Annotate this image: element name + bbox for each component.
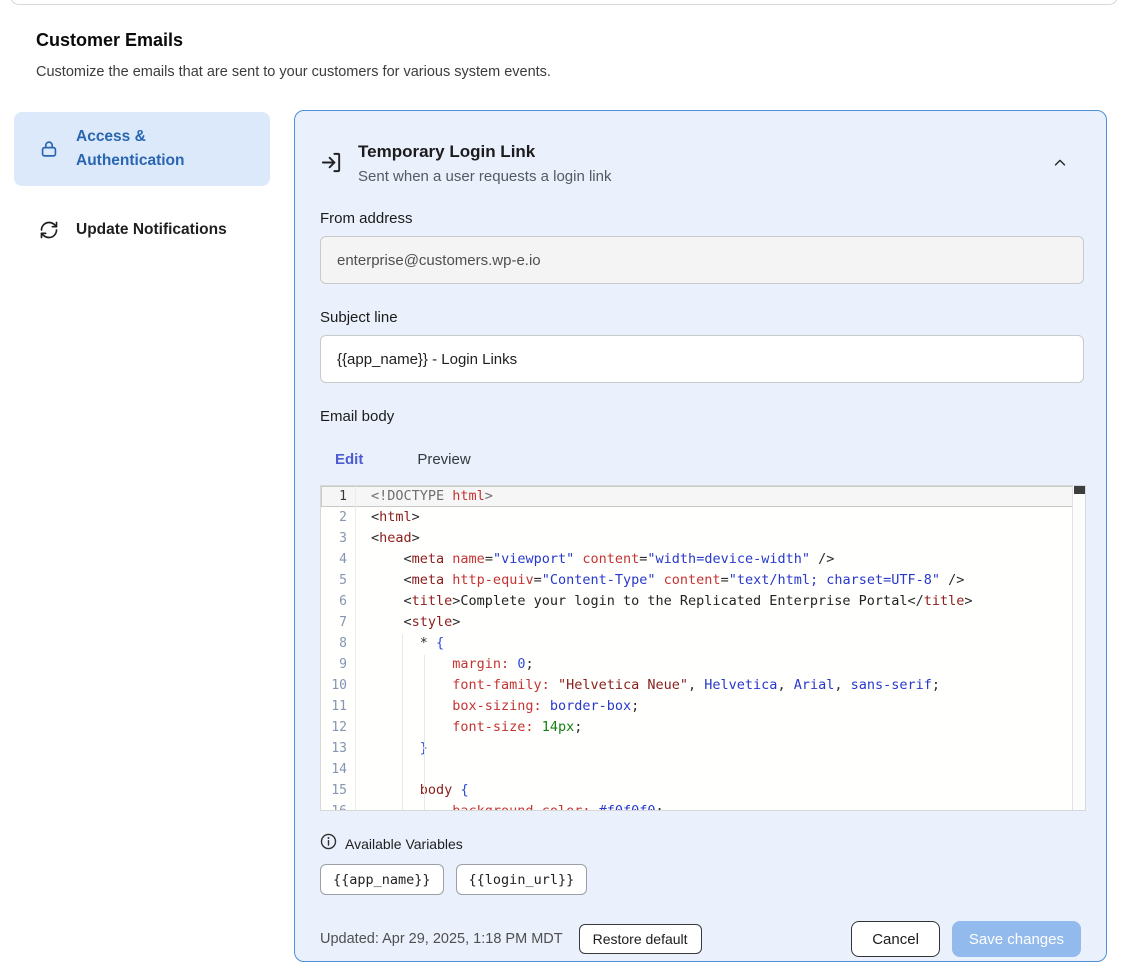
login-icon [320,151,343,179]
code-line: 7 <style> [321,612,1085,633]
tab-preview[interactable]: Preview [402,451,485,485]
sidebar-item-access-authentication[interactable]: Access & Authentication [14,112,270,186]
line-number: 13 [321,738,355,759]
code-line: 4 <meta name="viewport" content="width=d… [321,549,1085,570]
panel-header: Temporary Login Link Sent when a user re… [320,136,1081,185]
code-line: 16 background-color: #f0f0f0; [321,801,1085,811]
line-number: 16 [321,801,355,811]
sidebar: Access & Authentication Update Notificati… [14,112,270,274]
updated-timestamp: Updated: Apr 29, 2025, 1:18 PM MDT [320,931,563,947]
line-number: 6 [321,591,355,612]
email-body-label: Email body [320,408,1081,425]
line-number: 4 [321,549,355,570]
variable-chip[interactable]: {{app_name}} [320,864,444,895]
code-line: 11 box-sizing: border-box; [321,696,1085,717]
available-variables-label: Available Variables [345,836,463,852]
sidebar-item-label: Access & Authentication [76,125,254,173]
editor-scrollbar-thumb[interactable] [1074,486,1085,494]
subject-line-input[interactable] [320,335,1084,383]
indent-guide [424,655,425,810]
gutter-separator [355,486,356,810]
line-number: 2 [321,507,355,528]
from-address-label: From address [320,210,1081,227]
footer-left: Updated: Apr 29, 2025, 1:18 PM MDT Resto… [320,924,702,954]
cancel-button[interactable]: Cancel [851,921,940,957]
code-line: 2<html> [321,507,1085,528]
line-number: 14 [321,759,355,780]
code-line: 5 <meta http-equiv="Content-Type" conten… [321,570,1085,591]
subject-line-label: Subject line [320,309,1081,326]
code-line: 9 margin: 0; [321,654,1085,675]
code-line: 13 } [321,738,1085,759]
line-number: 3 [321,528,355,549]
panel-footer: Updated: Apr 29, 2025, 1:18 PM MDT Resto… [320,921,1081,957]
code-line: 6 <title>Complete your login to the Repl… [321,591,1085,612]
line-number: 11 [321,696,355,717]
code-line: 3<head> [321,528,1085,549]
previous-card-bottom-edge [10,0,1118,5]
line-number: 12 [321,717,355,738]
panel-header-text: Temporary Login Link Sent when a user re… [358,142,611,185]
email-settings-panel: Temporary Login Link Sent when a user re… [294,110,1107,962]
page-title: Customer Emails [36,30,836,51]
email-body-tabs: Edit Preview [320,451,1081,485]
code-line: 10 font-family: "Helvetica Neue", Helvet… [321,675,1085,696]
panel-title: Temporary Login Link [358,142,611,162]
code-line: 14 [321,759,1085,780]
lock-icon [38,138,60,160]
sidebar-item-update-notifications[interactable]: Update Notifications [14,205,270,255]
chevron-up-icon[interactable] [1047,150,1073,181]
restore-default-button[interactable]: Restore default [579,924,702,954]
save-changes-button[interactable]: Save changes [952,921,1081,957]
variable-chips: {{app_name}} {{login_url}} [320,864,1081,895]
line-number: 10 [321,675,355,696]
variable-chip[interactable]: {{login_url}} [456,864,588,895]
code-lines: 1<!DOCTYPE html>2<html>3<head>4 <meta na… [321,486,1085,811]
available-variables-header: Available Variables [320,833,1081,855]
from-address-input[interactable] [320,236,1084,284]
code-line: 12 font-size: 14px; [321,717,1085,738]
refresh-icon [38,220,60,240]
line-number: 15 [321,780,355,801]
panel-subtitle: Sent when a user requests a login link [358,168,611,185]
line-number: 1 [321,486,355,507]
info-icon [320,833,337,855]
page-header: Customer Emails Customize the emails tha… [36,30,836,80]
code-line: 8 * { [321,633,1085,654]
indent-guide [402,634,403,810]
code-line: 15 body { [321,780,1085,801]
line-number: 5 [321,570,355,591]
footer-right: Cancel Save changes [851,921,1081,957]
page-subtitle: Customize the emails that are sent to yo… [36,64,836,80]
line-number: 9 [321,654,355,675]
editor-scrollbar[interactable] [1072,486,1085,810]
line-number: 7 [321,612,355,633]
code-line: 1<!DOCTYPE html> [321,486,1085,507]
tab-edit[interactable]: Edit [320,451,378,485]
code-editor[interactable]: 1<!DOCTYPE html>2<html>3<head>4 <meta na… [320,485,1086,811]
line-number: 8 [321,633,355,654]
sidebar-item-label: Update Notifications [76,218,227,242]
